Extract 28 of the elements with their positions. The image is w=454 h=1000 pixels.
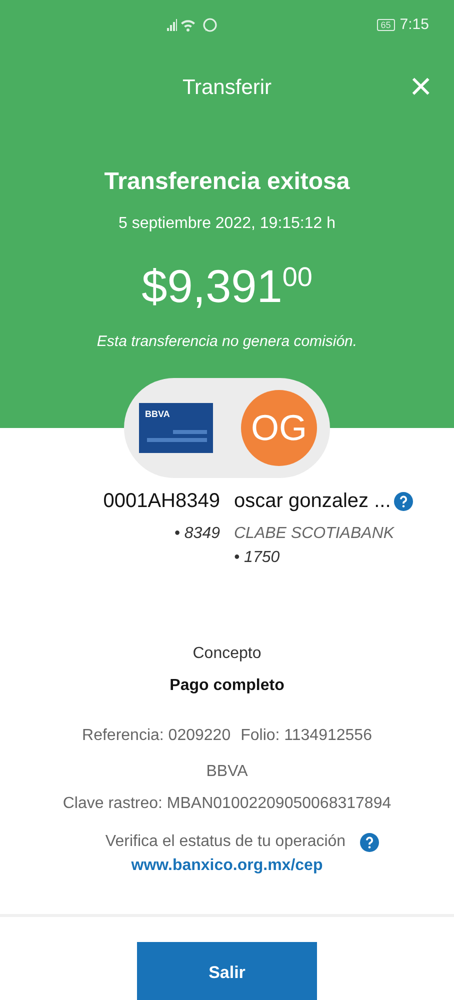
- account-digits: • 8349: [174, 524, 220, 544]
- battery-indicator: 65: [376, 19, 395, 31]
- banxico-link[interactable]: www.banxico.org.mx/cep: [131, 854, 323, 878]
- status-icons: [167, 17, 219, 33]
- concept-label: Concepto: [192, 644, 262, 664]
- folio-text: Folio: 1134912556: [240, 726, 372, 746]
- status-time: 7:15: [400, 14, 429, 35]
- account-number: 0001AH8349: [103, 489, 220, 514]
- reference-text: Referencia: 0209220: [82, 726, 231, 746]
- card-logo: BBVA: [145, 408, 170, 421]
- recipient-name: oscar gonzalez ...: [234, 489, 391, 514]
- card-stripes-icon: [147, 430, 207, 443]
- recipient-digits: • 1750: [234, 548, 280, 568]
- close-button[interactable]: ×: [410, 70, 432, 104]
- help-icon[interactable]: [394, 492, 413, 510]
- tracking-key: Clave rastreo: MBAN01002209050068317894: [62, 792, 392, 816]
- amount-text: $9,391$^{00}$: [142, 259, 312, 314]
- screen-title: Transferir: [182, 75, 272, 102]
- help-icon[interactable]: [360, 832, 379, 852]
- commission-note: Esta transferencia no genera comisión.: [96, 332, 358, 352]
- verify-text: Verifica el estatus de tu operación: [105, 832, 346, 852]
- exit-button[interactable]: Salir: [137, 942, 317, 1000]
- avatar: OG: [241, 390, 317, 466]
- date-text: 5 septiembre 2022, 19:15:12 h: [118, 214, 336, 234]
- concept-value: Pago completo: [170, 676, 284, 696]
- bank-name: BBVA: [206, 762, 248, 782]
- result-title: Transferencia exitosa: [104, 167, 350, 197]
- recipient-bank: CLABE SCOTIABANK: [234, 524, 394, 544]
